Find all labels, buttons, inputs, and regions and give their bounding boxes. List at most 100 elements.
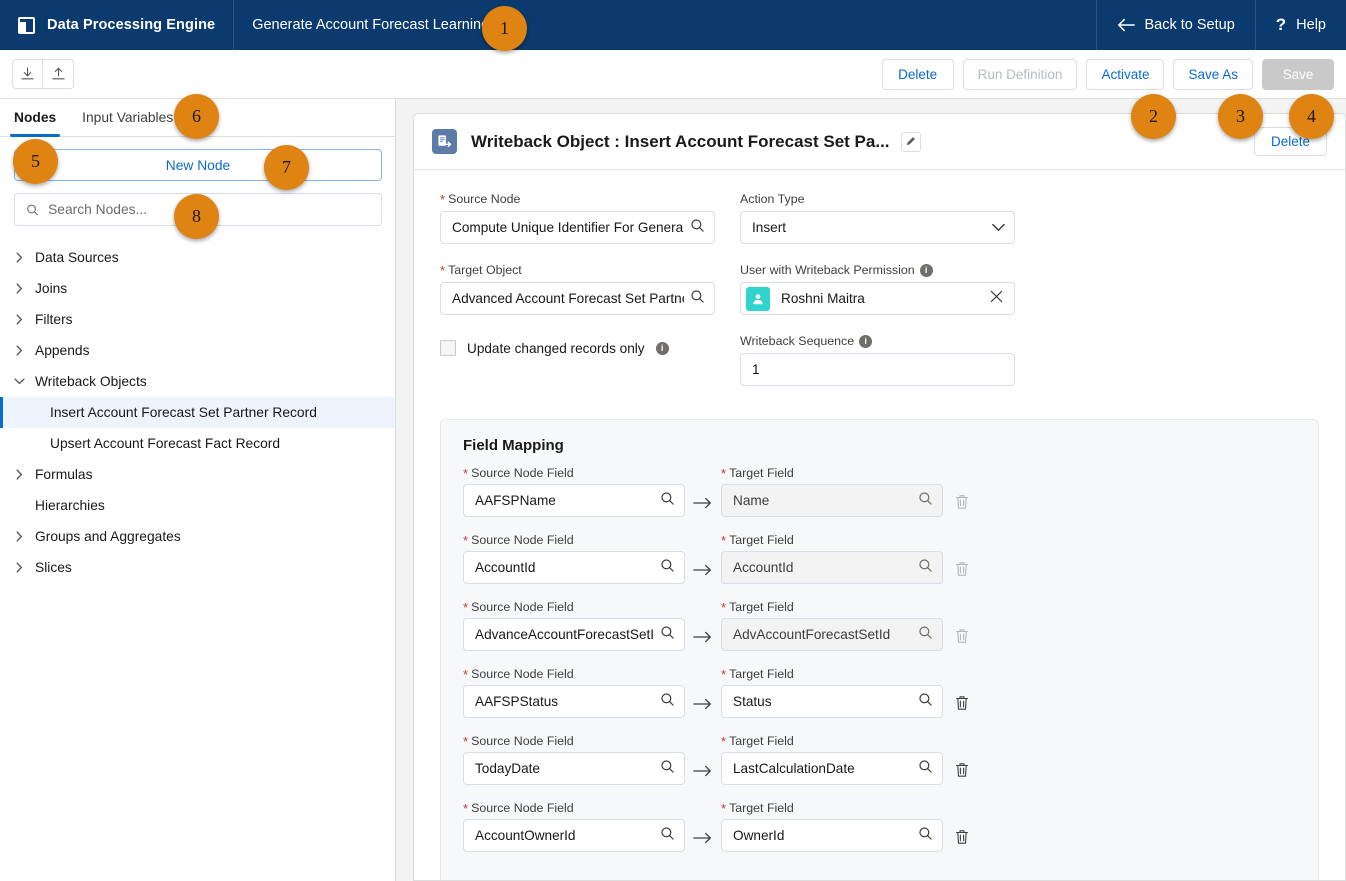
required-marker: * <box>463 465 469 481</box>
chevron-right-icon[interactable] <box>14 314 25 325</box>
help-button[interactable]: ? Help <box>1254 0 1346 50</box>
help-label: Help <box>1296 17 1326 33</box>
tree-item[interactable]: Upsert Account Forecast Fact Record <box>0 428 395 459</box>
required-marker: * <box>463 733 469 749</box>
target-field-input[interactable]: LastCalculationDate <box>721 752 943 785</box>
search-icon[interactable] <box>690 218 705 238</box>
tree-item[interactable]: Insert Account Forecast Set Partner Reco… <box>0 397 395 428</box>
tree-item[interactable]: Joins <box>0 273 395 304</box>
tree-item-label: Slices <box>35 560 72 575</box>
target-field-value: AdvAccountForecastSetId <box>733 627 891 642</box>
callout-badge-5: 5 <box>13 139 58 184</box>
action-type-select[interactable]: Insert <box>740 211 1015 244</box>
target-field-value: Name <box>733 493 770 508</box>
target-field-input: AdvAccountForecastSetId <box>721 618 943 651</box>
tree-item[interactable]: Data Sources <box>0 242 395 273</box>
target-field-value: AccountId <box>733 560 794 575</box>
trash-icon[interactable] <box>943 695 981 718</box>
tree-item-label: Filters <box>35 312 73 327</box>
search-icon[interactable] <box>690 289 705 309</box>
tree-item[interactable]: Hierarchies <box>0 490 395 521</box>
source-node-field-label: * Source Node Field <box>463 801 685 815</box>
callout-badge-6: 6 <box>174 94 219 139</box>
brand-area[interactable]: Data Processing Engine <box>0 0 235 50</box>
chevron-right-icon[interactable] <box>14 562 25 573</box>
download-icon[interactable] <box>12 59 43 89</box>
arrow-right-icon <box>685 496 721 517</box>
user-permission-input[interactable]: Roshni Maitra <box>740 282 1015 315</box>
tree-item[interactable]: Groups and Aggregates <box>0 521 395 552</box>
target-field-label: * Target Field <box>721 801 943 815</box>
callout-badge-2: 2 <box>1131 94 1176 139</box>
target-field-group: * Target Field Name <box>721 466 943 517</box>
source-node-field-input[interactable]: AdvanceAccountForecastSetId <box>463 618 685 651</box>
info-icon[interactable]: i <box>655 341 669 355</box>
info-icon[interactable]: i <box>919 263 933 277</box>
tab-nodes[interactable]: Nodes <box>9 99 61 137</box>
user-permission-label: User with Writeback Permission i <box>740 263 1015 277</box>
save-as-button[interactable]: Save As <box>1173 58 1253 90</box>
edit-node-name-button[interactable] <box>900 131 921 152</box>
source-node-field-input[interactable]: AccountOwnerId <box>463 819 685 852</box>
source-node-field-input[interactable]: AAFSPName <box>463 484 685 517</box>
app-root: Data Processing Engine Generate Account … <box>0 0 1346 881</box>
target-object-input[interactable]: Advanced Account Forecast Set Partner <box>440 282 715 315</box>
tab-input-variables[interactable]: Input Variables <box>82 99 173 136</box>
new-node-button[interactable]: New Node <box>14 149 382 181</box>
activate-button[interactable]: Activate <box>1086 58 1165 90</box>
chevron-right-icon[interactable] <box>14 283 25 294</box>
tree-item[interactable]: Formulas <box>0 459 395 490</box>
search-icon[interactable] <box>918 759 933 779</box>
field-mapping-row: * Source Node Field AAFSPName * Target Field… <box>463 466 1296 517</box>
writeback-sequence-label-text: Writeback Sequence <box>740 334 855 348</box>
search-icon <box>27 204 38 215</box>
target-object-field-group: * Target Object Advanced Account Forecas… <box>440 263 715 315</box>
writeback-sequence-group: Writeback Sequence i 1 <box>740 334 1015 386</box>
source-node-input[interactable]: Compute Unique Identifier For General <box>440 211 715 244</box>
search-icon[interactable] <box>918 692 933 712</box>
field-mapping-title: Field Mapping <box>463 437 564 454</box>
target-field-input[interactable]: Status <box>721 685 943 718</box>
back-to-setup-button[interactable]: Back to Setup <box>1095 0 1255 50</box>
tree-item[interactable]: Filters <box>0 304 395 335</box>
source-node-field-input[interactable]: TodayDate <box>463 752 685 785</box>
search-icon[interactable] <box>660 558 675 578</box>
chevron-right-icon[interactable] <box>14 345 25 356</box>
chevron-right-icon[interactable] <box>14 252 25 263</box>
search-icon[interactable] <box>918 826 933 846</box>
search-icon <box>918 625 933 645</box>
target-field-label-text: Target Field <box>729 734 794 748</box>
search-icon[interactable] <box>660 826 675 846</box>
update-changed-records-row[interactable]: Update changed records only i <box>440 340 715 356</box>
tree-item-label: Upsert Account Forecast Fact Record <box>50 436 281 451</box>
trash-icon[interactable] <box>943 762 981 785</box>
close-icon[interactable] <box>990 290 1003 308</box>
chevron-right-icon[interactable] <box>14 531 25 542</box>
trash-icon[interactable] <box>943 829 981 852</box>
source-node-field-group: * Source Node Field AccountId <box>463 533 685 584</box>
source-node-field-label: * Source Node Field <box>463 667 685 681</box>
info-icon[interactable]: i <box>859 334 873 348</box>
update-changed-records-checkbox[interactable] <box>440 340 456 356</box>
tree-item[interactable]: Slices <box>0 552 395 583</box>
tree-item[interactable]: Appends <box>0 335 395 366</box>
search-icon <box>918 491 933 511</box>
search-icon[interactable] <box>660 491 675 511</box>
source-node-field-input[interactable]: AAFSPStatus <box>463 685 685 718</box>
chevron-right-icon[interactable] <box>14 376 25 387</box>
tree-item[interactable]: Writeback Objects <box>0 366 395 397</box>
search-icon[interactable] <box>660 692 675 712</box>
chevron-down-icon[interactable] <box>992 219 1005 237</box>
chevron-right-icon[interactable] <box>14 469 25 480</box>
upload-icon[interactable] <box>43 59 74 89</box>
source-node-label-text: Source Node <box>448 192 521 206</box>
writeback-sequence-label: Writeback Sequence i <box>740 334 1015 348</box>
source-node-field-input[interactable]: AccountId <box>463 551 685 584</box>
search-icon[interactable] <box>660 759 675 779</box>
search-icon[interactable] <box>660 625 675 645</box>
target-field-input[interactable]: OwnerId <box>721 819 943 852</box>
target-field-group: * Target Field LastCalculationDate <box>721 734 943 785</box>
delete-button[interactable]: Delete <box>881 58 954 90</box>
pencil-icon <box>906 137 915 146</box>
writeback-sequence-input[interactable]: 1 <box>740 353 1015 386</box>
